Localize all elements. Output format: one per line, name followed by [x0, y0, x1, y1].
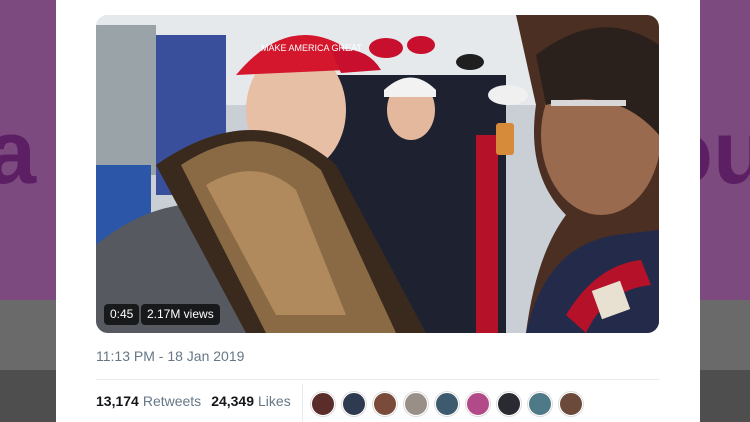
tweet-timestamp[interactable]: 11:13 PM - 18 Jan 2019 [96, 348, 244, 364]
background-right-panel: ou [658, 0, 750, 422]
divider [96, 379, 660, 380]
video-duration-badge: 0:45 [104, 304, 140, 325]
likes-count[interactable]: 24,349 [211, 393, 254, 409]
background-glyph-left: a [0, 103, 37, 203]
avatar[interactable] [311, 392, 335, 416]
tweet-card: MAKE AMERICA GREAT 0:45 2.17M views 11:1… [56, 0, 700, 422]
avatar[interactable] [435, 392, 459, 416]
avatar[interactable] [497, 392, 521, 416]
stats-separator [302, 384, 303, 422]
video-frame-image: MAKE AMERICA GREAT [96, 15, 659, 333]
liker-avatars [311, 392, 590, 416]
avatar[interactable] [528, 392, 552, 416]
tweet-video[interactable]: MAKE AMERICA GREAT 0:45 2.17M views [96, 15, 659, 333]
avatar[interactable] [559, 392, 583, 416]
cap-text: MAKE AMERICA GREAT [261, 43, 362, 53]
background-left-panel: a [0, 0, 56, 422]
retweets-count[interactable]: 13,174 [96, 393, 139, 409]
tweet-stats: 13,174 Retweets 24,349 Likes [96, 393, 291, 409]
avatar[interactable] [342, 392, 366, 416]
likes-label[interactable]: Likes [258, 393, 291, 409]
video-views-badge: 2.17M views [141, 304, 220, 325]
retweets-label[interactable]: Retweets [143, 393, 201, 409]
avatar[interactable] [373, 392, 397, 416]
avatar[interactable] [466, 392, 490, 416]
avatar[interactable] [404, 392, 428, 416]
